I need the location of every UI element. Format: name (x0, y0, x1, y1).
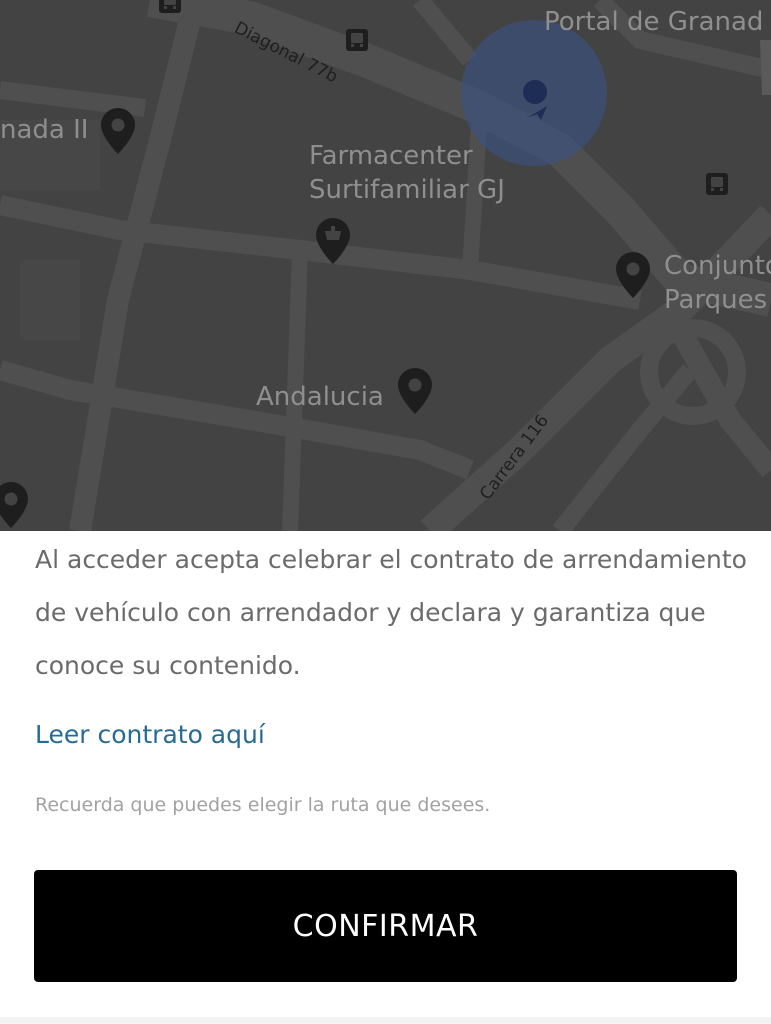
place-label-conjunto-line1[interactable]: Conjunto (664, 250, 771, 282)
map-pin-icon[interactable] (101, 108, 135, 154)
map-pin-icon[interactable] (398, 368, 432, 414)
place-label-andalucia[interactable]: Andalucia (256, 381, 384, 413)
map-pin-icon[interactable] (0, 482, 28, 528)
route-hint-text: Recuerda que puedes elegir la ruta que d… (35, 794, 491, 816)
place-label-granada-ii[interactable]: nada II (0, 114, 88, 146)
heading-arrow-icon (527, 106, 547, 120)
bus-stop-icon[interactable] (345, 28, 369, 52)
map-roads (0, 0, 771, 531)
screen: Diagonal 77b Carrera 116 Portal de Grana… (0, 0, 771, 1024)
confirm-button[interactable]: CONFIRMAR (34, 870, 737, 982)
bus-stop-icon[interactable] (705, 172, 729, 196)
current-location-icon[interactable] (523, 80, 547, 104)
map-view[interactable]: Diagonal 77b Carrera 116 Portal de Grana… (0, 0, 771, 531)
bus-stop-icon[interactable] (158, 0, 182, 14)
terms-text: Al acceder acepta celebrar el contrato d… (35, 545, 747, 680)
place-label-farmacenter-line1[interactable]: Farmacenter (309, 140, 473, 172)
map-pin-icon[interactable] (616, 252, 650, 298)
place-label-conjunto-line2[interactable]: Parques (664, 284, 767, 316)
place-label-portal-de-granada[interactable]: Portal de Granad (544, 6, 763, 38)
confirmation-sheet: Al acceder acepta celebrar el contrato d… (0, 531, 771, 1024)
pharmacy-pin-icon[interactable] (316, 218, 350, 264)
read-contract-link[interactable]: Leer contrato aquí (35, 717, 265, 753)
place-label-farmacenter-line2[interactable]: Surtifamiliar GJ (309, 174, 505, 206)
bottom-edge (0, 1017, 771, 1024)
